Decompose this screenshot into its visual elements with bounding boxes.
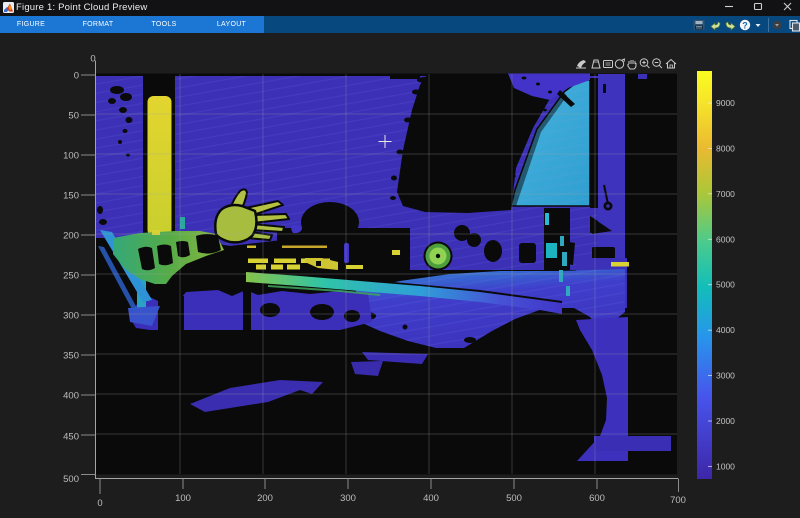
svg-text:0: 0 xyxy=(90,54,95,65)
svg-text:700: 700 xyxy=(670,495,686,506)
svg-text:300: 300 xyxy=(63,311,79,322)
svg-text:?: ? xyxy=(742,20,748,30)
svg-text:0: 0 xyxy=(74,71,79,82)
svg-text:5000: 5000 xyxy=(716,280,735,290)
svg-text:350: 350 xyxy=(63,351,79,362)
svg-text:1000: 1000 xyxy=(716,462,735,472)
svg-text:8000: 8000 xyxy=(716,143,735,153)
svg-text:100: 100 xyxy=(175,493,191,504)
svg-text:50: 50 xyxy=(68,111,79,122)
svg-text:600: 600 xyxy=(589,493,605,504)
svg-text:150: 150 xyxy=(63,191,79,202)
svg-text:450: 450 xyxy=(63,432,79,443)
svg-text:250: 250 xyxy=(63,271,79,282)
svg-text:2000: 2000 xyxy=(716,416,735,426)
svg-text:200: 200 xyxy=(63,231,79,242)
svg-text:200: 200 xyxy=(257,493,273,504)
svg-text:4000: 4000 xyxy=(716,325,735,335)
svg-text:400: 400 xyxy=(63,391,79,402)
svg-text:3000: 3000 xyxy=(716,371,735,381)
svg-text:300: 300 xyxy=(340,493,356,504)
svg-text:0: 0 xyxy=(97,498,102,509)
svg-text:9000: 9000 xyxy=(716,98,735,108)
svg-text:100: 100 xyxy=(63,151,79,162)
svg-text:7000: 7000 xyxy=(716,189,735,199)
svg-text:400: 400 xyxy=(423,493,439,504)
svg-text:6000: 6000 xyxy=(716,234,735,244)
svg-text:500: 500 xyxy=(506,493,522,504)
svg-text:500: 500 xyxy=(63,474,79,485)
